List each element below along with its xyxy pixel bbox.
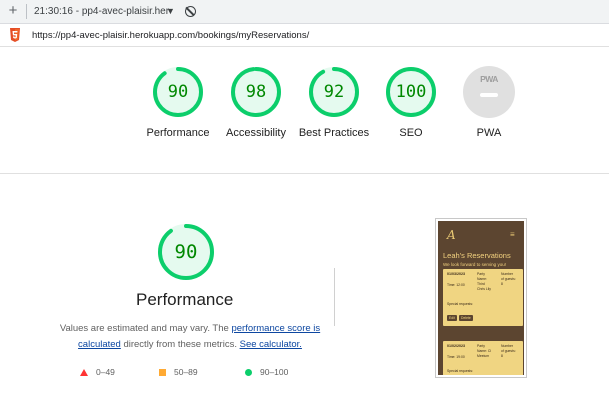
gauge-label[interactable]: Accessibility	[220, 126, 292, 141]
hamburger-menu-icon: ≡	[510, 230, 515, 239]
score-gauge[interactable]: 100	[385, 66, 437, 118]
booking-card: 01/02/2023 Time: 19:00 Party Name: Cl Me…	[443, 341, 523, 375]
legend-pass-range: 90–100	[260, 367, 289, 377]
screenshot-title: Leah's Reservations	[443, 251, 511, 260]
booking-guests: Number of guests: 8	[501, 272, 516, 287]
booking-card: 01/03/2023 Time: 12:00 Party Name: Third…	[443, 269, 523, 326]
booking-time: Time: 19:00	[447, 355, 465, 359]
legend-fail: 0–49	[80, 366, 115, 378]
delete-button: Delete	[459, 315, 473, 321]
performance-description: Values are estimated and may vary. The p…	[55, 321, 325, 352]
block-icon[interactable]	[185, 6, 196, 17]
plus-icon[interactable]: +	[6, 3, 20, 19]
score-gauge[interactable]: 90	[152, 66, 204, 118]
report-url-bar: https://pp4-avec-plaisir.herokuapp.com/b…	[0, 24, 609, 47]
pwa-badge-bar	[480, 93, 498, 97]
report-url[interactable]: https://pp4-avec-plaisir.herokuapp.com/b…	[32, 30, 309, 41]
green-circle-icon	[245, 368, 252, 376]
vertical-divider	[334, 268, 335, 326]
legend-average-range: 50–89	[174, 367, 198, 377]
booking-special-requests: Special requests:	[447, 302, 474, 306]
report-selector-label[interactable]: 21:30:16 - pp4-avec-plaisir.her	[34, 6, 169, 17]
booking-guests-line: of guests:	[501, 277, 516, 281]
screenshot-page: A ≡ Leah's Reservations We look forward …	[438, 221, 524, 375]
booking-party: Party Name: Cl Meeium	[477, 344, 491, 359]
pwa-badge-icon[interactable]: PWA	[463, 66, 515, 118]
booking-date: 01/03/2023	[447, 272, 465, 276]
pwa-label[interactable]: PWA	[459, 126, 519, 141]
performance-title: Performance	[136, 290, 234, 309]
toolbar-separator	[26, 4, 27, 19]
gauge-label[interactable]: Best Practices	[298, 126, 370, 141]
legend-pass: 90–100	[245, 366, 288, 378]
html5-shield-icon	[10, 28, 20, 42]
booking-guests-line: 8	[501, 354, 503, 358]
description-prefix: Values are estimated and may vary. The	[59, 323, 232, 334]
booking-date: 01/02/2023	[447, 344, 465, 348]
gauge-label[interactable]: SEO	[375, 126, 447, 141]
gauge-score: 98	[245, 82, 267, 102]
final-screenshot-thumbnail[interactable]: A ≡ Leah's Reservations We look forward …	[435, 218, 527, 378]
score-gauge[interactable]: 98	[230, 66, 282, 118]
booking-guests-line: of guests:	[501, 349, 516, 353]
performance-gauge: 90	[157, 223, 215, 281]
booking-guests: Number of guests: 8	[501, 344, 516, 359]
booking-party: Party Name: Third Chris Lily	[477, 272, 491, 292]
devtools-toolbar: + 21:30:16 - pp4-avec-plaisir.her ▼	[0, 0, 609, 24]
score-gauge[interactable]: 92	[308, 66, 360, 118]
performance-score: 90	[174, 241, 198, 263]
legend-fail-range: 0–49	[96, 367, 115, 377]
chevron-down-icon[interactable]: ▼	[166, 6, 175, 16]
section-divider	[0, 173, 609, 174]
gauge-score: 92	[323, 82, 345, 102]
booking-party-line: Chris Lily	[477, 287, 491, 291]
gauge-label[interactable]: Performance	[141, 126, 215, 141]
red-triangle-icon	[80, 368, 88, 376]
orange-square-icon	[159, 368, 166, 376]
edit-button: Edit	[447, 315, 457, 321]
booking-party-line: Meeium	[477, 354, 490, 358]
description-middle: directly from these metrics.	[120, 338, 240, 350]
gauge-score: 100	[395, 82, 427, 102]
gauge-score: 90	[167, 82, 189, 102]
booking-time: Time: 12:00	[447, 283, 465, 287]
booking-guests-line: 8	[501, 282, 503, 286]
screenshot-subtitle: We look forward to serving you!	[443, 262, 506, 267]
legend-average: 50–89	[159, 366, 198, 378]
pwa-badge-text: PWA	[480, 74, 498, 84]
booking-special-requests: Special requests:	[447, 369, 474, 373]
site-logo: A	[447, 228, 456, 242]
see-calculator-link[interactable]: See calculator.	[240, 339, 302, 350]
